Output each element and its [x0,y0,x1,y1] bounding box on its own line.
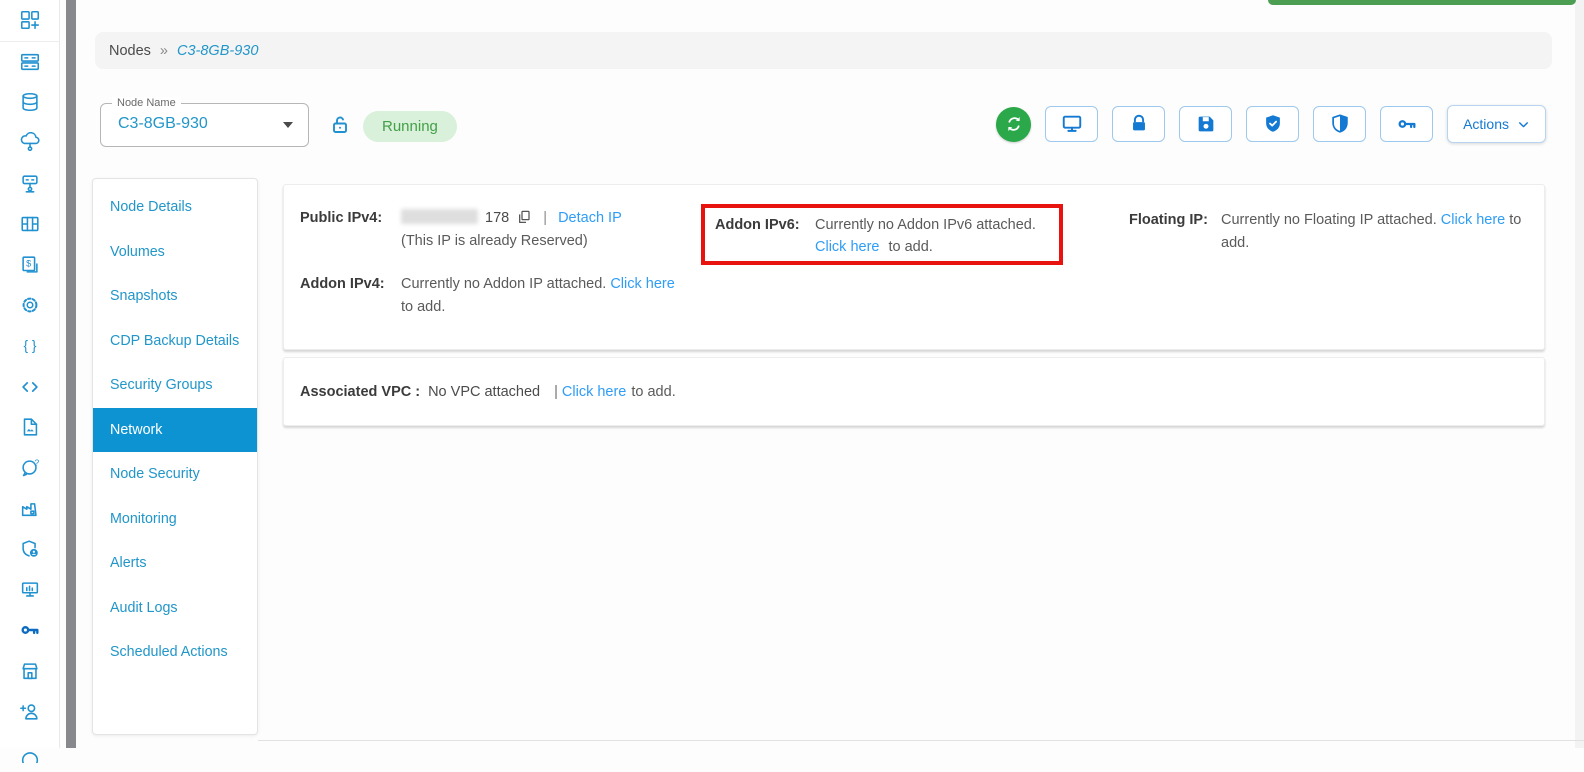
shield-half-icon [1331,114,1348,133]
settings-icon[interactable] [0,285,59,326]
billing-icon[interactable]: $ [0,245,59,286]
nav-item-snapshots[interactable]: Snapshots [93,274,257,319]
detach-ip-link[interactable]: Detach IP [558,210,622,226]
floating-ip-label: Floating IP: [1129,212,1208,228]
separator: | [554,383,558,400]
monitor-chart-icon[interactable] [0,569,59,610]
server-network-icon[interactable] [0,163,59,204]
associated-vpc-label: Associated VPC : [300,383,421,400]
vpc-link-suffix: to add. [631,383,676,400]
image-file-icon[interactable] [0,407,59,448]
icon-sidebar: $ { } ? [0,0,60,763]
containers-icon[interactable] [0,204,59,245]
cloud-network-icon[interactable] [0,123,59,164]
svg-text:?: ? [34,458,39,467]
node-detail-nav: Node Details Volumes Snapshots CDP Backu… [92,178,258,735]
addon-ipv4-label: Addon IPv4: [300,276,385,292]
public-ipv4-section: Public IPv4: 178 | Detach IP (This IP is… [300,207,686,319]
addon-ipv4-text: Currently no Addon IP attached. Click he… [401,276,675,315]
nav-item-node-details[interactable]: Node Details [93,185,257,230]
nav-item-security-groups[interactable]: Security Groups [93,363,257,408]
addon-ipv6-label: Addon IPv6: [715,217,800,233]
public-ipv4-label: Public IPv4: [300,210,383,226]
public-ipv4-value: 178 | Detach IP [401,207,622,230]
json-braces-icon[interactable]: { } [0,326,59,367]
network-ip-card: Public IPv4: 178 | Detach IP (This IP is… [283,184,1545,350]
ip-reserved-note: (This IP is already Reserved) [401,233,588,249]
ssh-key-button[interactable] [1380,106,1434,142]
nav-item-node-security[interactable]: Node Security [93,452,257,497]
security-check-button[interactable] [1246,106,1300,142]
save-icon [1198,116,1213,132]
addon-ipv4-section: Addon IPv4: Currently no Addon IP attach… [300,273,686,319]
nav-item-audit-logs[interactable]: Audit Logs [93,586,257,631]
floating-ip-text: Currently no Floating IP attached. Click… [1221,212,1522,251]
ssh-key-icon[interactable] [0,610,59,651]
nav-item-volumes[interactable]: Volumes [93,230,257,275]
associated-vpc-card: Associated VPC : No VPC attached | Click… [283,357,1545,426]
nav-item-scheduled-actions[interactable]: Scheduled Actions [93,630,257,675]
refresh-button[interactable] [996,106,1032,142]
svg-text:{ }: { } [23,338,36,353]
chevron-down-icon [1519,121,1528,127]
nav-item-network[interactable]: Network [93,407,257,452]
addon-ipv6-text: Currently no Addon IPv6 attached. Click … [815,217,1036,255]
lock-node-button[interactable] [1112,106,1166,142]
nodes-icon[interactable] [0,42,59,83]
unlock-icon [328,112,352,138]
key-icon [1398,120,1416,129]
add-user-icon[interactable] [0,691,59,732]
copy-icon[interactable] [516,209,532,225]
shield-check-icon [1265,115,1280,132]
more-partial-icon[interactable] [0,732,59,772]
sidebar-scrollbar[interactable] [66,0,76,748]
addon-ipv6-annotation-box: Addon IPv6: Currently no Addon IPv6 atta… [701,204,1063,265]
monitor-icon [1062,115,1081,132]
svg-text:$: $ [26,258,31,268]
dashboard-icon[interactable] [0,0,59,42]
nav-item-alerts[interactable]: Alerts [93,541,257,586]
page-scroll-track[interactable] [1575,0,1584,748]
nav-item-monitoring[interactable]: Monitoring [93,497,257,542]
nav-item-cdp-backup-details[interactable]: CDP Backup Details [93,319,257,364]
security-shield-button[interactable] [1313,106,1367,142]
breadcrumb-root[interactable]: Nodes [109,43,151,59]
breadcrumb-current: C3-8GB-930 [177,42,259,59]
database-icon[interactable] [0,82,59,123]
chevron-down-icon [283,122,293,128]
refresh-icon [1007,117,1020,131]
separator: | [543,210,548,226]
floating-ip-section: Floating IP: Currently no Floating IP at… [1129,209,1537,255]
status-badge: Running [363,111,457,142]
shield-user-icon[interactable] [0,529,59,570]
ip-suffix: 178 [485,210,510,226]
actions-button-label: Actions [1463,116,1509,132]
bottom-divider [258,740,1584,741]
addon-ipv4-click-here-link[interactable]: Click here [610,276,674,292]
console-button[interactable] [1045,106,1099,142]
floating-ip-click-here-link[interactable]: Click here [1441,212,1505,228]
redacted-ip [401,209,478,224]
marketplace-icon[interactable] [0,651,59,692]
code-icon[interactable] [0,366,59,407]
actions-button[interactable]: Actions [1447,105,1546,143]
breadcrumb-separator: » [159,42,168,59]
associated-vpc-value: No VPC attached [428,383,541,400]
node-name-value: C3-8GB-930 [118,115,208,132]
breadcrumb: Nodes » C3-8GB-930 [95,32,1552,69]
save-image-button[interactable] [1179,106,1233,142]
node-toolbar: Actions [996,105,1546,143]
addon-ipv6-click-here-link[interactable]: Click here [815,239,879,255]
lock-icon [1132,114,1145,131]
factory-icon[interactable] [0,488,59,529]
support-chat-icon[interactable]: ? [0,448,59,489]
vpc-click-here-link[interactable]: Click here [562,384,626,400]
node-name-select[interactable]: Node Name C3-8GB-930 [100,97,309,147]
toast-notification-edge [1268,0,1576,5]
